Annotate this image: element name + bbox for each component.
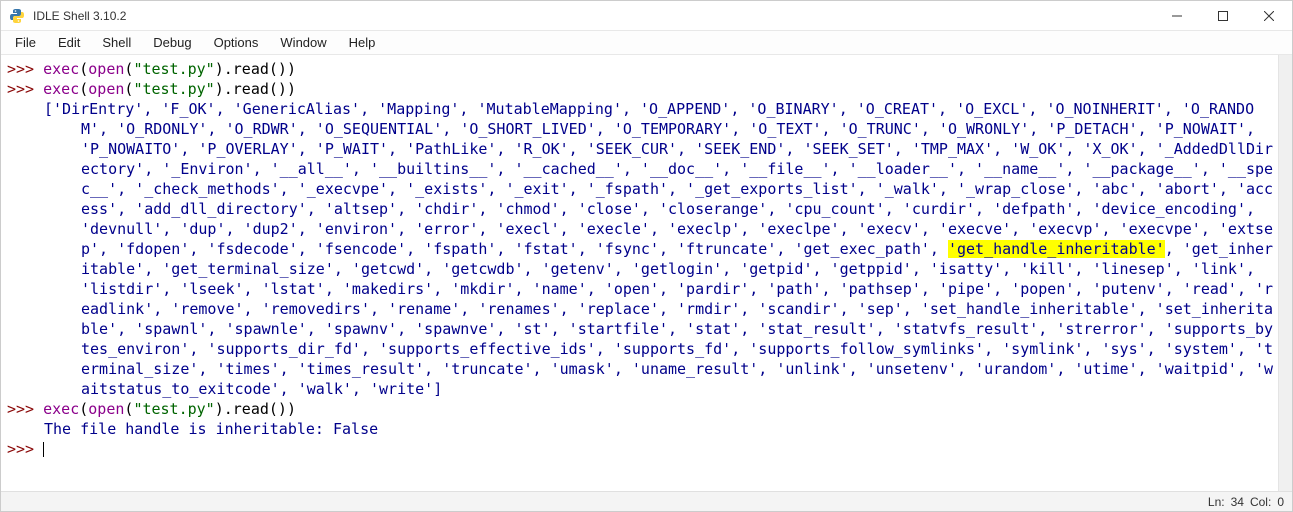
prompt: >>>	[7, 400, 43, 418]
output-message: The file handle is inheritable: False	[44, 420, 378, 438]
editor-area: >>> exec(open("test.py").read()) >>> exe…	[1, 55, 1292, 491]
kw-exec: exec	[43, 60, 79, 78]
prompt: >>>	[7, 60, 43, 78]
kw-exec: exec	[43, 400, 79, 418]
python-idle-icon	[9, 8, 25, 24]
output-list-pre: ['DirEntry', 'F_OK', 'GenericAlias', 'Ma…	[44, 100, 1273, 258]
close-button[interactable]	[1246, 1, 1292, 31]
string-literal: "test.py"	[133, 400, 214, 418]
kw-exec: exec	[43, 80, 79, 98]
statusbar: Ln: 34 Col: 0	[1, 491, 1292, 511]
window-controls	[1154, 1, 1292, 31]
highlighted-item: 'get_handle_inheritable'	[948, 240, 1165, 258]
prompt: >>>	[7, 80, 43, 98]
window-title: IDLE Shell 3.10.2	[33, 9, 1154, 23]
menu-window[interactable]: Window	[270, 33, 336, 52]
prompt: >>>	[7, 440, 43, 458]
menubar: File Edit Shell Debug Options Window Hel…	[1, 31, 1292, 55]
string-literal: "test.py"	[133, 60, 214, 78]
vertical-scrollbar[interactable]	[1278, 55, 1292, 491]
line-value: 34	[1231, 495, 1244, 509]
menu-debug[interactable]: Debug	[143, 33, 201, 52]
shell-text[interactable]: >>> exec(open("test.py").read()) >>> exe…	[1, 55, 1278, 491]
app-window: IDLE Shell 3.10.2 File Edit Shell Debug …	[0, 0, 1293, 512]
kw-open: open	[88, 400, 124, 418]
titlebar: IDLE Shell 3.10.2	[1, 1, 1292, 31]
maximize-button[interactable]	[1200, 1, 1246, 31]
menu-file[interactable]: File	[5, 33, 46, 52]
string-literal: "test.py"	[133, 80, 214, 98]
menu-help[interactable]: Help	[339, 33, 386, 52]
minimize-button[interactable]	[1154, 1, 1200, 31]
output-list-post: , 'get_inheritable', 'get_terminal_size'…	[81, 240, 1273, 398]
menu-options[interactable]: Options	[204, 33, 269, 52]
kw-open: open	[88, 60, 124, 78]
col-value: 0	[1277, 495, 1284, 509]
text-cursor	[43, 442, 44, 457]
line-label: Ln:	[1208, 495, 1225, 509]
menu-edit[interactable]: Edit	[48, 33, 90, 52]
menu-shell[interactable]: Shell	[92, 33, 141, 52]
col-label: Col:	[1250, 495, 1271, 509]
kw-open: open	[88, 80, 124, 98]
